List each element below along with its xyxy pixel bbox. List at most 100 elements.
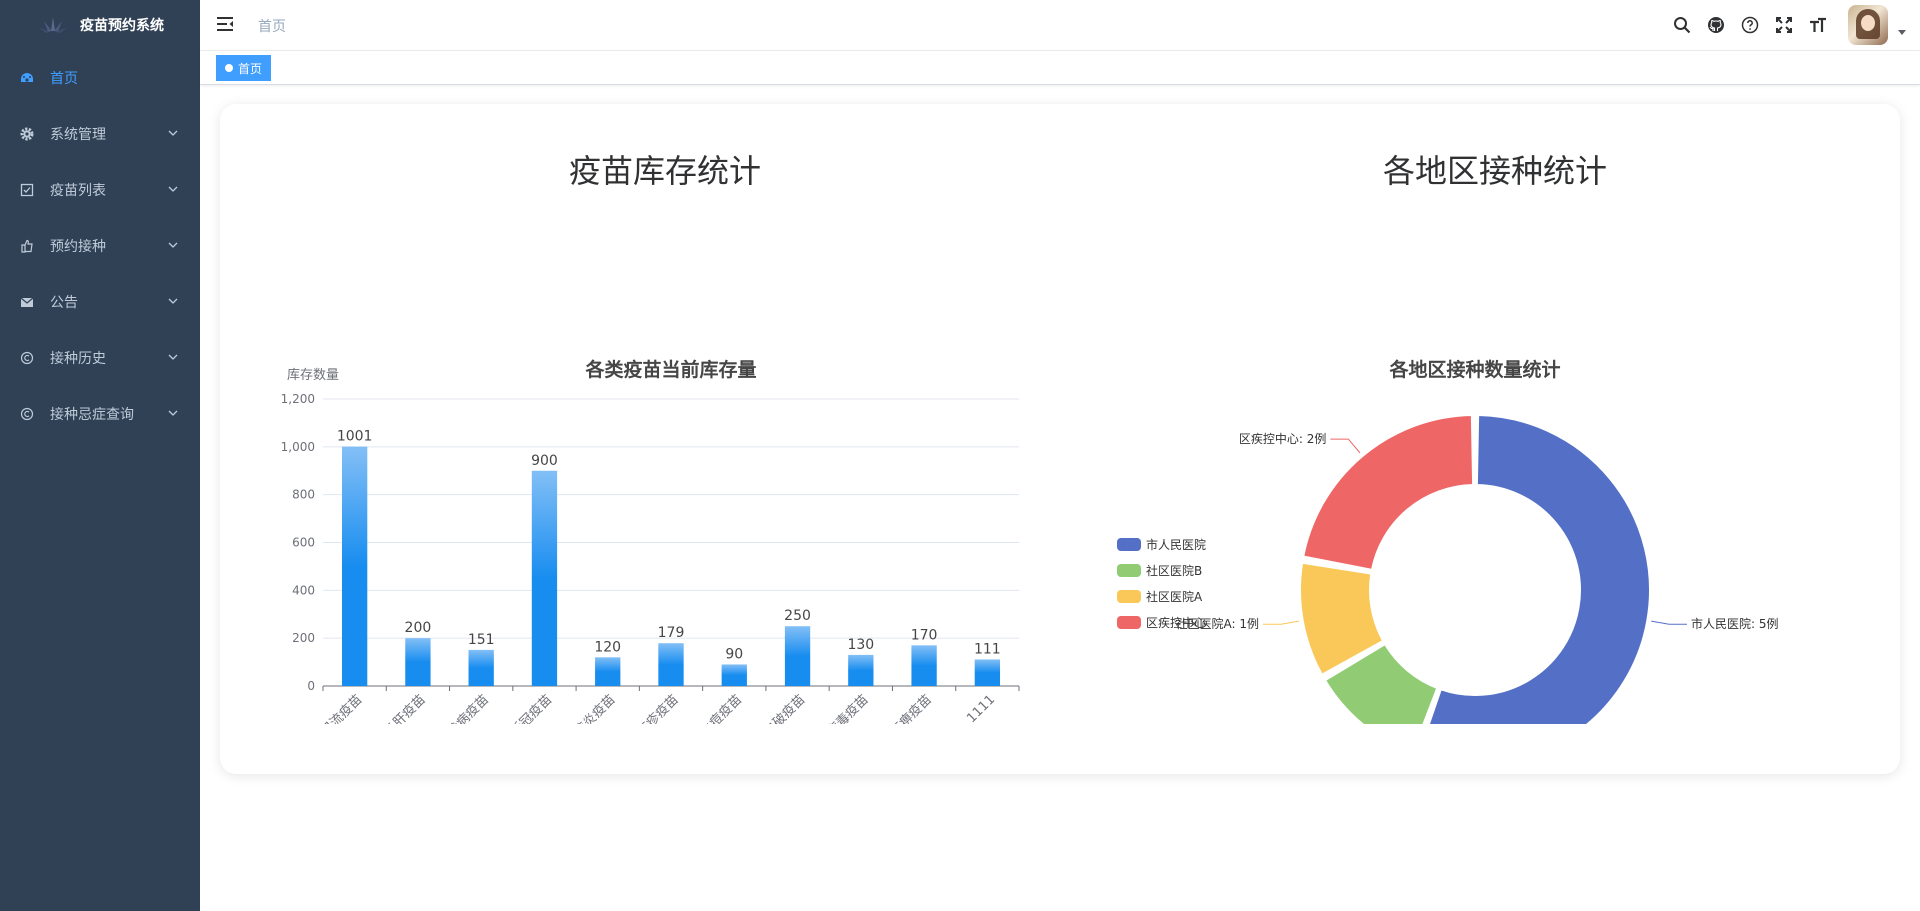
sidebar-item-history[interactable]: 接种历史 (0, 330, 200, 386)
chevron-down-icon (168, 242, 178, 248)
app-title: 疫苗预约系统 (80, 18, 164, 34)
y-tick-label: 800 (292, 488, 315, 502)
x-tick-label: 狂犬病疫苗 (435, 692, 492, 724)
chart-title: 各类疫苗当前库存量 (584, 358, 756, 381)
bar (721, 664, 747, 686)
search-icon[interactable] (1672, 15, 1692, 35)
legend-swatch (1117, 590, 1141, 603)
y-tick-label: 0 (307, 679, 315, 693)
sidebar-item-label: 预约接种 (50, 239, 106, 255)
sidebar-item-label: 接种历史 (50, 351, 106, 367)
legend-swatch (1117, 564, 1141, 577)
sidebar-item-label: 系统管理 (50, 127, 106, 143)
y-tick-label: 600 (292, 536, 315, 550)
bar (405, 638, 431, 686)
chart-title: 各地区接种数量统计 (1388, 358, 1560, 381)
bar-value-label: 900 (531, 453, 558, 469)
bar-value-label: 250 (784, 608, 811, 624)
x-tick-label: 新冠疫苗 (507, 692, 555, 724)
legend-swatch (1117, 616, 1141, 629)
legend-label: 区疾控中心 (1146, 615, 1206, 630)
thumb-icon (20, 239, 34, 253)
bar-value-label: 170 (911, 627, 938, 643)
user-menu[interactable] (1848, 0, 1908, 50)
bar-value-label: 1001 (337, 429, 373, 445)
sidebar-item-system[interactable]: 系统管理 (0, 106, 200, 162)
bar (341, 446, 368, 686)
checkbox-icon (20, 183, 34, 197)
sidebar-item-label: 接种忌症查询 (50, 407, 134, 423)
bar (848, 654, 874, 686)
y-axis-label: 库存数量 (287, 367, 339, 383)
legend-label: 市人民医院 (1146, 537, 1206, 552)
breadcrumb[interactable]: 首页 (258, 16, 286, 36)
x-tick-label: 1111 (964, 692, 998, 724)
caret-down-icon[interactable] (1898, 30, 1906, 35)
pie-slice-label: 区疾控中心: 2例 (1239, 431, 1327, 446)
sidebar-item-home[interactable]: 首页 (0, 50, 200, 106)
hamburger-icon[interactable] (216, 15, 234, 33)
x-tick-label: 甲流疫苗 (317, 692, 365, 724)
bar (531, 470, 558, 686)
pie-slice-label: 市人民医院: 5例 (1691, 616, 1779, 631)
pie-label-line (1262, 620, 1299, 625)
legend-label: 社区医院A (1146, 589, 1203, 604)
pie-chart: 各地区接种数量统计市人民医院: 5例社区医院B: 1例社区医院A: 1例区疾控中… (1117, 358, 1779, 724)
avatar[interactable] (1848, 5, 1888, 45)
help-icon[interactable] (1740, 15, 1760, 35)
tag-dot-icon (225, 64, 233, 72)
tag-home[interactable]: 首页 (216, 55, 272, 81)
copyright-icon (20, 351, 34, 365)
y-tick-label: 1,000 (281, 440, 315, 454)
bar-chart: 各类疫苗当前库存量 库存数量 0 200 400 600 800 1,000 1,200 1001… (281, 358, 1020, 724)
section-title-left: 疫苗库存统计 (568, 152, 761, 190)
mail-icon (20, 295, 34, 309)
x-tick-label: 水痘疫苗 (697, 692, 745, 724)
section-title-right: 各地区接种统计 (1382, 152, 1607, 190)
sidebar-menu: 首页 系统管理 疫苗列表 预约接种 公告 接种历史 接种忌症查询 (0, 50, 200, 442)
sidebar-item-label: 首页 (50, 71, 78, 87)
pie-label-line (1330, 438, 1361, 454)
bar-value-label: 130 (847, 637, 874, 653)
logo-icon (38, 17, 68, 33)
sidebar-item-appointment[interactable]: 预约接种 (0, 218, 200, 274)
tag-label: 首页 (238, 61, 263, 76)
fullscreen-icon[interactable] (1774, 15, 1794, 35)
x-tick-label: 麻疹疫苗 (634, 692, 682, 724)
pie-slice (1302, 414, 1475, 571)
chevron-down-icon (168, 130, 178, 136)
sidebar-item-notice[interactable]: 公告 (0, 274, 200, 330)
dashboard-icon (20, 71, 34, 85)
chevron-down-icon (168, 186, 178, 192)
bar-value-label: 111 (974, 641, 1001, 657)
navbar-right (1672, 0, 1920, 50)
x-tick-label: 轮状病毒疫苗 (805, 692, 871, 724)
chevron-down-icon (168, 298, 178, 304)
bar (658, 643, 684, 686)
dashboard-card: 疫苗库存统计 各地区接种统计 各类疫苗当前库存量 库存数量 0 200 400 600 80… (220, 104, 1900, 774)
y-tick-label: 200 (292, 631, 315, 645)
bar-value-label: 200 (405, 620, 432, 636)
sidebar-item-label: 公告 (50, 295, 78, 311)
x-tick-label: 肺炎疫苗 (570, 692, 618, 724)
bar-value-label: 120 (594, 639, 621, 655)
github-icon[interactable] (1706, 15, 1726, 35)
font-size-icon[interactable] (1808, 15, 1828, 35)
bar (911, 645, 937, 686)
bar-value-label: 179 (658, 625, 685, 641)
legend-swatch (1117, 538, 1141, 551)
sidebar: 疫苗预约系统 首页 系统管理 疫苗列表 预约接种 公告 接种历史 接种忌症查询 (0, 0, 200, 911)
sidebar-item-vaccine-list[interactable]: 疫苗列表 (0, 162, 200, 218)
bar-value-label: 90 (725, 646, 743, 662)
bar (468, 649, 494, 686)
bar-value-label: 151 (468, 632, 495, 648)
gear-icon (20, 127, 34, 141)
sidebar-item-contraindication[interactable]: 接种忌症查询 (0, 386, 200, 442)
navbar: 首页 (200, 0, 1920, 51)
chevron-down-icon (168, 354, 178, 360)
legend-label: 社区医院B (1146, 563, 1202, 578)
app-logo[interactable]: 疫苗预约系统 (0, 0, 200, 50)
x-tick-label: 小儿麻痹疫苗 (868, 692, 934, 724)
bar (595, 657, 621, 686)
x-tick-label: 乙肝疫苗 (381, 692, 429, 724)
